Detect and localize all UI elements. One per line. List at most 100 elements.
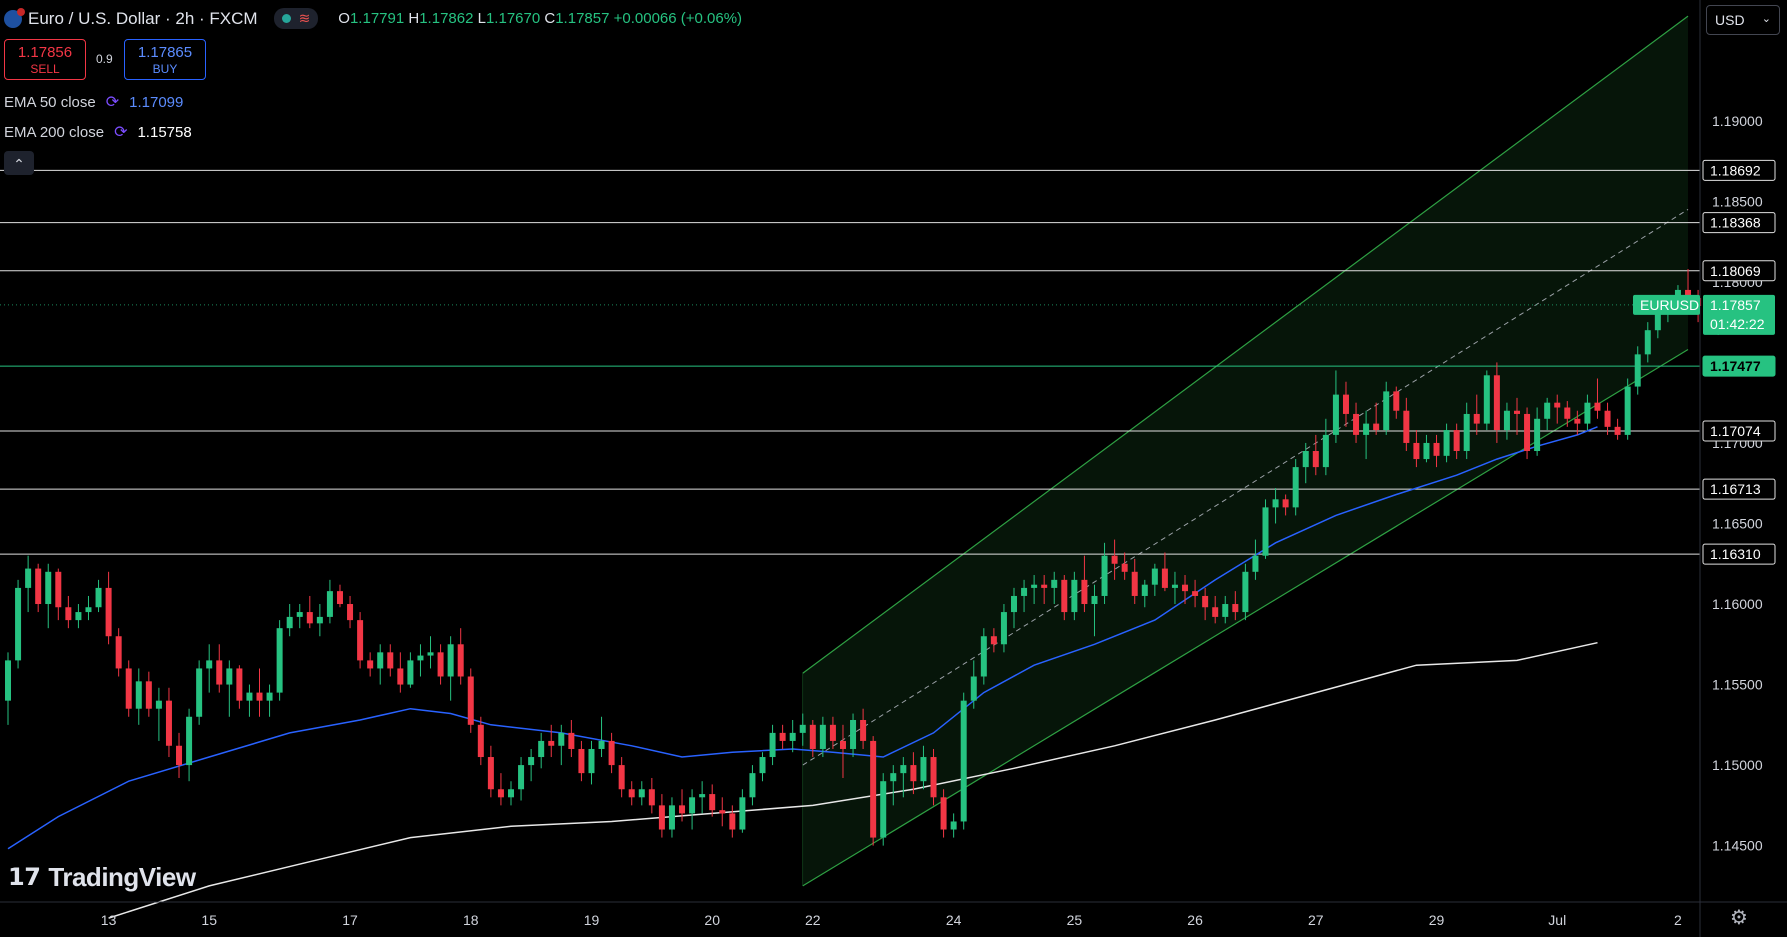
candle[interactable]: [377, 644, 384, 685]
time-axis[interactable]: 13 15 17 18 19 20 22 24 25 26 27 29 Jul 2: [101, 912, 1682, 928]
candle[interactable]: [528, 748, 535, 782]
candle[interactable]: [648, 777, 655, 814]
candle[interactable]: [105, 571, 112, 645]
ema50-legend[interactable]: EMA 50 close ⟳ 1.17099: [4, 92, 183, 112]
level-price-tag[interactable]: 1.16713: [1702, 478, 1776, 500]
candle[interactable]: [447, 636, 454, 701]
candle[interactable]: [387, 644, 394, 677]
candle[interactable]: [55, 568, 62, 621]
candle[interactable]: [588, 740, 595, 785]
candle[interactable]: [1524, 407, 1531, 460]
candle[interactable]: [668, 797, 675, 838]
candle[interactable]: [286, 604, 293, 637]
candle[interactable]: [25, 555, 32, 613]
candle[interactable]: [1604, 402, 1611, 435]
candle[interactable]: [689, 789, 696, 830]
candle[interactable]: [407, 652, 414, 688]
candle[interactable]: [135, 668, 142, 725]
candle[interactable]: [236, 665, 243, 709]
symbol-title[interactable]: Euro / U.S. Dollar · 2h · FXCM: [28, 9, 258, 29]
candle[interactable]: [608, 732, 615, 774]
candle[interactable]: [367, 652, 374, 677]
candle[interactable]: [789, 719, 796, 753]
level-price-tag[interactable]: 1.16310: [1702, 543, 1776, 565]
candle[interactable]: [186, 708, 193, 782]
candle[interactable]: [568, 719, 575, 758]
candle[interactable]: [1483, 370, 1490, 431]
candle[interactable]: [930, 748, 937, 806]
candle[interactable]: [960, 692, 967, 830]
candle[interactable]: [1624, 378, 1631, 440]
candle[interactable]: [347, 595, 354, 629]
market-status[interactable]: ≋: [273, 8, 319, 29]
candle[interactable]: [628, 781, 635, 806]
candle[interactable]: [316, 604, 323, 637]
candle[interactable]: [246, 684, 253, 717]
candle[interactable]: [497, 773, 504, 806]
candle[interactable]: [45, 563, 52, 629]
level-price-tag[interactable]: 1.17477: [1702, 355, 1776, 377]
candle[interactable]: [1242, 563, 1249, 621]
candle[interactable]: [719, 797, 726, 827]
candle[interactable]: [85, 595, 92, 621]
candle[interactable]: [306, 595, 313, 629]
candle[interactable]: [296, 604, 303, 629]
candle[interactable]: [457, 628, 464, 685]
candle[interactable]: [709, 784, 716, 817]
candle[interactable]: [95, 579, 102, 613]
candle[interactable]: [417, 644, 424, 677]
candle[interactable]: [759, 752, 766, 782]
candle[interactable]: [558, 724, 565, 766]
gear-icon[interactable]: ⚙: [1730, 905, 1748, 930]
buy-button[interactable]: 1.17865 BUY: [124, 39, 206, 80]
candle[interactable]: [1614, 418, 1621, 440]
candle[interactable]: [578, 740, 585, 782]
candle[interactable]: [427, 636, 434, 669]
candle[interactable]: [548, 724, 555, 758]
price-chart[interactable]: 1.190001.185001.180001.170001.165001.160…: [0, 0, 1787, 937]
candle[interactable]: [266, 684, 273, 717]
level-price-tag[interactable]: 1.18069: [1702, 260, 1776, 282]
candle[interactable]: [226, 660, 233, 717]
candle[interactable]: [65, 595, 72, 629]
candle[interactable]: [618, 757, 625, 798]
candle[interactable]: [880, 773, 887, 846]
candle[interactable]: [1262, 499, 1269, 559]
candle[interactable]: [487, 745, 494, 798]
candle[interactable]: [638, 781, 645, 806]
candle[interactable]: [477, 716, 484, 766]
candle[interactable]: [35, 563, 42, 613]
candle[interactable]: [729, 805, 736, 838]
candle[interactable]: [749, 765, 756, 806]
candle[interactable]: [145, 671, 152, 717]
candle[interactable]: [769, 724, 776, 766]
candle[interactable]: [357, 612, 364, 669]
candle[interactable]: [437, 644, 444, 685]
candle[interactable]: [870, 736, 877, 846]
candle[interactable]: [980, 628, 987, 685]
candle[interactable]: [125, 660, 132, 717]
candle[interactable]: [658, 794, 665, 838]
candle[interactable]: [950, 813, 957, 838]
candle[interactable]: [397, 652, 404, 693]
candle[interactable]: [115, 628, 122, 677]
candle[interactable]: [508, 781, 514, 806]
candle[interactable]: [598, 716, 605, 758]
tradingview-logo[interactable]: 𝟭𝟳 TradingView: [8, 862, 196, 893]
candle[interactable]: [739, 789, 746, 833]
candle[interactable]: [176, 732, 183, 778]
candle[interactable]: [1292, 459, 1299, 516]
level-price-tag[interactable]: 1.18368: [1702, 212, 1776, 234]
ema200-legend[interactable]: EMA 200 close ⟳ 1.15758: [4, 122, 192, 142]
candle[interactable]: [216, 644, 223, 693]
candle[interactable]: [276, 620, 283, 701]
channel-mid-line[interactable]: [802, 208, 1689, 766]
candle[interactable]: [15, 579, 22, 669]
candle[interactable]: [779, 724, 786, 749]
candle[interactable]: [538, 732, 545, 769]
candle[interactable]: [165, 687, 172, 758]
candle[interactable]: [196, 660, 203, 725]
candle[interactable]: [518, 757, 525, 801]
candle[interactable]: [5, 652, 11, 725]
candle[interactable]: [206, 644, 213, 693]
